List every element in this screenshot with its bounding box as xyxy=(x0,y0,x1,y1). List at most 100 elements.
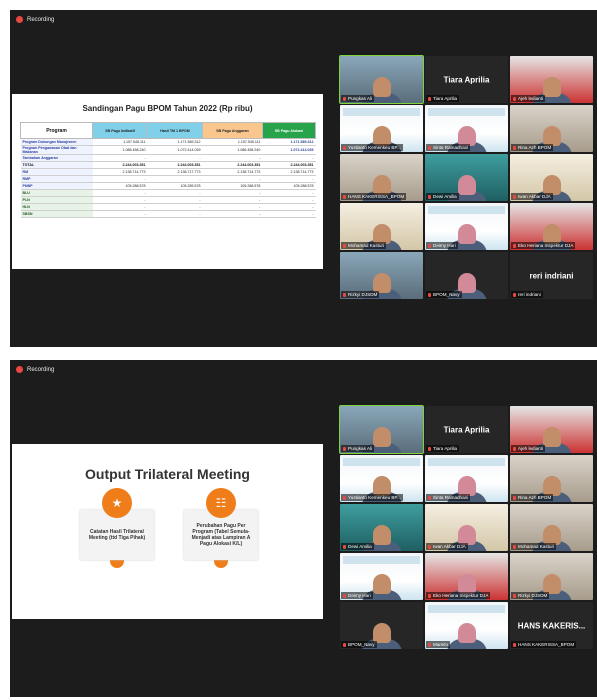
participant-tile[interactable]: Yustianto Kemenkeu BP... xyxy=(340,105,423,152)
participant-tile[interactable]: Rizkyi DJSDM xyxy=(510,553,593,600)
participant-tile[interactable]: Marsito xyxy=(425,602,508,649)
output-card-1: Catatan Hasil Trilateral Meeting (ttd Ti… xyxy=(80,488,154,568)
participant-tile[interactable]: BPOM_Navy xyxy=(340,602,423,649)
participant-face xyxy=(542,175,561,195)
participant-face xyxy=(372,427,391,447)
participant-name-label: BPOM_Navy xyxy=(348,642,375,647)
mic-muted-icon xyxy=(343,642,346,647)
participant-tile[interactable]: Sinta Ramadhani xyxy=(425,105,508,152)
participant-tile[interactable]: Rina Azh BPOM xyxy=(510,455,593,502)
participant-tile[interactable]: Rina Azh BPOM xyxy=(510,105,593,152)
mic-muted-icon xyxy=(343,96,346,101)
table-cell: - xyxy=(262,203,316,211)
row-label: Program Pengawasan Obat dan Makanan xyxy=(20,145,93,155)
participant-tile[interactable]: Mohamad Kasturi xyxy=(340,203,423,250)
participant-tile[interactable]: reri indriani reri indriani xyxy=(510,252,593,299)
participant-name: Sinta Ramadhani xyxy=(426,144,471,151)
participant-tile[interactable]: Ajeh ledianti xyxy=(510,406,593,453)
row-label: RM xyxy=(20,168,93,176)
participant-name-label: Rizkyi DJSDM xyxy=(518,593,548,598)
participant-name-label: HANS KAKERISSA_BPOM xyxy=(348,194,405,199)
row-label: BLU xyxy=(20,189,93,197)
participant-tile[interactable]: Pungkas Ali xyxy=(339,55,424,104)
participant-face xyxy=(457,273,476,293)
mic-muted-icon xyxy=(513,593,516,598)
mic-muted-icon xyxy=(343,544,346,549)
participant-display-name: Tiara Aprilia xyxy=(443,75,490,84)
participant-name: Yustianto Kemenkeu BP... xyxy=(341,144,403,151)
virtual-background-banner xyxy=(343,556,420,564)
participant-face xyxy=(372,77,391,97)
participant-face xyxy=(457,224,476,244)
table-row: PNBP 105.288.578 105.285.578 105.288.578 105… xyxy=(20,182,316,190)
table-cell: 2.138.714.773 xyxy=(92,168,148,176)
participant-name: Dewi Amilia xyxy=(426,193,459,200)
participant-tile[interactable]: Tiara Aprilia Tiara Aprilia xyxy=(425,56,508,103)
mic-muted-icon xyxy=(343,292,346,297)
table-cell: - xyxy=(262,210,316,218)
participant-name-label: Deimy Hari xyxy=(433,243,456,248)
participant-tile[interactable]: Ajeh ledianti xyxy=(510,56,593,103)
participant-tile[interactable]: Sinta Ramadhani xyxy=(425,455,508,502)
mic-muted-icon xyxy=(428,544,431,549)
mic-muted-icon xyxy=(513,145,516,150)
table-cell: 1.157.545.111 xyxy=(92,138,148,146)
participant-tile[interactable]: Deimy Hari xyxy=(425,203,508,250)
participant-tile[interactable]: Rizkyi DJSDM xyxy=(340,252,423,299)
budget-table: Program SB Pagu Indikatif Hasil TM 1 BPOM S… xyxy=(20,122,317,218)
table-row: HLN - - - - xyxy=(20,203,316,211)
table-cell: - xyxy=(92,210,148,218)
mic-muted-icon xyxy=(428,446,431,451)
participant-name: Iwan Akbar DJA xyxy=(426,543,468,550)
participant-tile[interactable]: BPOM_Navy xyxy=(425,252,508,299)
table-row: TOTAL 2.244.003.351 2.244.003.351 2.244.003… xyxy=(20,161,316,169)
table-cell: - xyxy=(262,175,316,183)
participant-tile[interactable]: Dewi Amilia xyxy=(340,504,423,551)
participant-tile[interactable]: Iwan Akbar DJA xyxy=(425,504,508,551)
participant-face xyxy=(542,126,561,146)
meeting-window-2: Recording Output Trilateral Meeting Cata… xyxy=(10,360,597,697)
row-label: SBSN xyxy=(20,210,93,218)
participant-tile[interactable]: Deimy Hari xyxy=(340,553,423,600)
shared-screen: Sandingan Pagu BPOM Tahun 2022 (Rp ribu)… xyxy=(12,94,323,269)
mic-muted-icon xyxy=(343,446,346,451)
mic-muted-icon xyxy=(343,145,346,150)
table-cell: 1.072.414.039 xyxy=(147,145,203,155)
table-cell: - xyxy=(92,189,148,197)
participant-name: Mohamad Kasturi xyxy=(341,242,387,249)
table-row: PLN - - - - xyxy=(20,196,316,204)
participant-face xyxy=(457,476,476,496)
participant-name-label: HANS KAKERISSA_BPOM xyxy=(518,642,575,647)
participant-name: HANS KAKERISSA_BPOM xyxy=(511,641,577,648)
table-cell: - xyxy=(202,203,263,211)
row-label: PLN xyxy=(20,196,93,204)
participant-tile[interactable]: Eko Heriana Inspektur DJA xyxy=(510,203,593,250)
participant-tile[interactable]: Tiara Aprilia Tiara Aprilia xyxy=(425,406,508,453)
mic-muted-icon xyxy=(513,96,516,101)
table-cell: 2.138.714.773 xyxy=(202,168,263,176)
row-label: PNBP xyxy=(20,182,93,190)
participant-face xyxy=(457,126,476,146)
participant-tile[interactable]: Dewi Amilia xyxy=(425,154,508,201)
participant-tile[interactable]: Eko Heriana Inspektur DJA xyxy=(425,553,508,600)
participant-tile[interactable]: Iwan Akbar DJA xyxy=(510,154,593,201)
table-cell: 1.171.589.312 xyxy=(262,138,316,146)
participant-name-label: Pungkas Ali xyxy=(348,446,373,451)
participant-name-label: Mohamad Kasturi xyxy=(518,544,555,549)
participant-tile[interactable]: HANS KAKERIS... HANS KAKERISSA_BPOM xyxy=(510,602,593,649)
document-icon: ☷ xyxy=(206,488,236,518)
participant-name-label: Rizkyi DJSDM xyxy=(348,292,378,297)
mic-muted-icon xyxy=(428,194,431,199)
table-cell: 2.244.003.351 xyxy=(92,161,148,169)
participant-tile[interactable]: Pungkas Ali xyxy=(339,405,424,454)
row-label: Program Dukungan Manajemen xyxy=(20,138,93,146)
participant-name-label: Deimy Hari xyxy=(348,593,371,598)
row-label: Tambahan Anggaran xyxy=(20,154,93,162)
participant-tile[interactable]: Mohamad Kasturi xyxy=(510,504,593,551)
participant-tile[interactable]: Yustianto Kemenkeu BP... xyxy=(340,455,423,502)
participant-grid: Pungkas Ali Tiara Aprilia Tiara Aprilia Aje… xyxy=(339,405,593,649)
participant-tile[interactable]: HANS KAKERISSA_BPOM xyxy=(340,154,423,201)
participant-name: BPOM_Navy xyxy=(341,641,377,648)
mic-muted-icon xyxy=(428,292,431,297)
participant-name: HANS KAKERISSA_BPOM xyxy=(341,193,407,200)
